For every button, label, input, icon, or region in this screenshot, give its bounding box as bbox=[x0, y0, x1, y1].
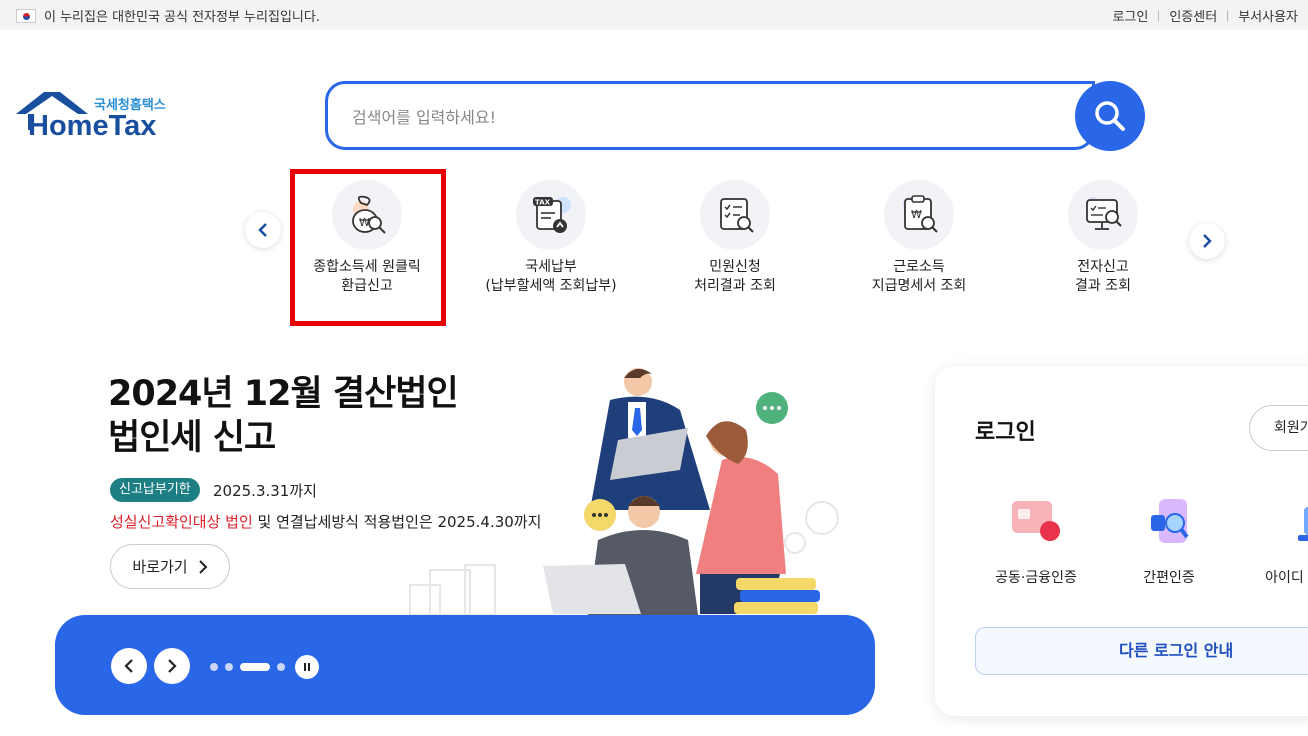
quick-menu-item-tax-payment[interactable]: TAX 국세납부 (납부할세액 조회납부) bbox=[461, 180, 641, 296]
monitor-search-icon bbox=[1068, 180, 1138, 250]
quick-menu-label-line2: 결과 조회 bbox=[1075, 278, 1131, 294]
login-option-id-login[interactable]: 아이디 로그인 bbox=[1246, 493, 1308, 587]
phone-search-icon bbox=[1137, 493, 1201, 557]
banner-subtext-highlight: 성실신고확인대상 법인 bbox=[110, 513, 253, 531]
chevron-right-icon bbox=[198, 559, 208, 574]
svg-text:₩: ₩ bbox=[911, 208, 922, 221]
login-option-label: 간편인증 bbox=[1143, 570, 1195, 586]
quick-menu-label-line1: 국세납부 bbox=[525, 259, 577, 275]
deadline-date: 2025.3.31까지 bbox=[213, 482, 317, 500]
laptop-login-icon bbox=[1274, 493, 1308, 557]
clipboard-won-search-icon: ₩ bbox=[884, 180, 954, 250]
quick-menu-item-earned-income-statement[interactable]: ₩ 근로소득 지급명세서 조회 bbox=[829, 180, 1009, 296]
quick-menu-label-line1: 근로소득 bbox=[893, 259, 945, 275]
chevron-left-icon bbox=[258, 223, 267, 237]
business-people-illustration bbox=[409, 368, 839, 616]
login-title: 로그인 bbox=[975, 420, 1036, 445]
banner-dot[interactable] bbox=[210, 663, 218, 671]
certificate-card-icon bbox=[1004, 493, 1068, 557]
login-option-simple-auth[interactable]: 간편인증 bbox=[1109, 493, 1229, 587]
banner-dot[interactable] bbox=[225, 663, 233, 671]
quick-menu-item-e-filing-result[interactable]: 전자신고 결과 조회 bbox=[1013, 180, 1193, 296]
korea-flag-icon bbox=[16, 8, 36, 23]
tax-document-upload-icon: TAX bbox=[516, 180, 586, 250]
banner-dot-active[interactable] bbox=[240, 663, 270, 671]
login-option-joint-certificate[interactable]: 공동·금융인증 bbox=[976, 493, 1096, 587]
chevron-right-icon bbox=[168, 659, 177, 673]
gov-notice: 이 누리집은 대한민국 공식 전자정부 누리집입니다. bbox=[16, 6, 320, 25]
highlight-box bbox=[290, 169, 446, 326]
other-login-guide-button[interactable]: 다른 로그인 안내 bbox=[975, 627, 1308, 675]
hometax-logo[interactable]: 국세청홈택스 HomeTax bbox=[14, 92, 176, 144]
search-box bbox=[325, 81, 1095, 150]
banner-prev-button[interactable] bbox=[111, 648, 147, 684]
quick-menu-next-button[interactable] bbox=[1189, 223, 1225, 259]
quick-menu-label-line1: 민원신청 bbox=[709, 259, 761, 275]
svg-text:TAX: TAX bbox=[535, 199, 551, 207]
search-icon bbox=[1095, 101, 1125, 131]
gov-topbar: 이 누리집은 대한민국 공식 전자정부 누리집입니다. 로그인 인증센터 부서사… bbox=[0, 0, 1308, 30]
chevron-left-icon bbox=[124, 659, 133, 673]
banner-dot[interactable] bbox=[277, 663, 285, 671]
login-option-label: 아이디 로그인 bbox=[1265, 570, 1308, 586]
top-link-login[interactable]: 로그인 bbox=[1102, 6, 1158, 25]
search-input[interactable] bbox=[352, 104, 1052, 130]
quick-menu-label-line2: (납부할세액 조회납부) bbox=[485, 278, 617, 294]
deadline-badge: 신고납부기한 bbox=[110, 478, 200, 502]
quick-menu-label-line1: 전자신고 bbox=[1077, 259, 1129, 275]
banner-next-button[interactable] bbox=[154, 648, 190, 684]
goto-button[interactable]: 바로가기 bbox=[110, 544, 230, 589]
join-button[interactable]: 회원가입 bbox=[1249, 405, 1308, 451]
login-option-label: 공동·금융인증 bbox=[995, 570, 1077, 586]
chevron-right-icon bbox=[1203, 234, 1212, 248]
quick-menu-label-line2: 처리결과 조회 bbox=[694, 278, 776, 294]
checklist-search-icon bbox=[700, 180, 770, 250]
goto-label: 바로가기 bbox=[132, 558, 188, 576]
quick-menu-item-civil-petition-result[interactable]: 민원신청 처리결과 조회 bbox=[645, 180, 825, 296]
banner-pause-button[interactable] bbox=[295, 655, 319, 679]
quick-menu-label-line2: 지급명세서 조회 bbox=[871, 278, 967, 294]
top-links: 로그인 인증센터 부서사용자 bbox=[1102, 6, 1308, 25]
gov-notice-text: 이 누리집은 대한민국 공식 전자정부 누리집입니다. bbox=[44, 10, 320, 25]
logo-english-text: HomeTax bbox=[28, 110, 157, 142]
search-button[interactable] bbox=[1075, 81, 1145, 151]
top-link-cert-center[interactable]: 인증센터 bbox=[1159, 6, 1227, 25]
top-link-dept-user[interactable]: 부서사용자 bbox=[1228, 6, 1308, 25]
pause-icon bbox=[304, 663, 306, 671]
quick-menu-prev-button[interactable] bbox=[245, 212, 281, 248]
